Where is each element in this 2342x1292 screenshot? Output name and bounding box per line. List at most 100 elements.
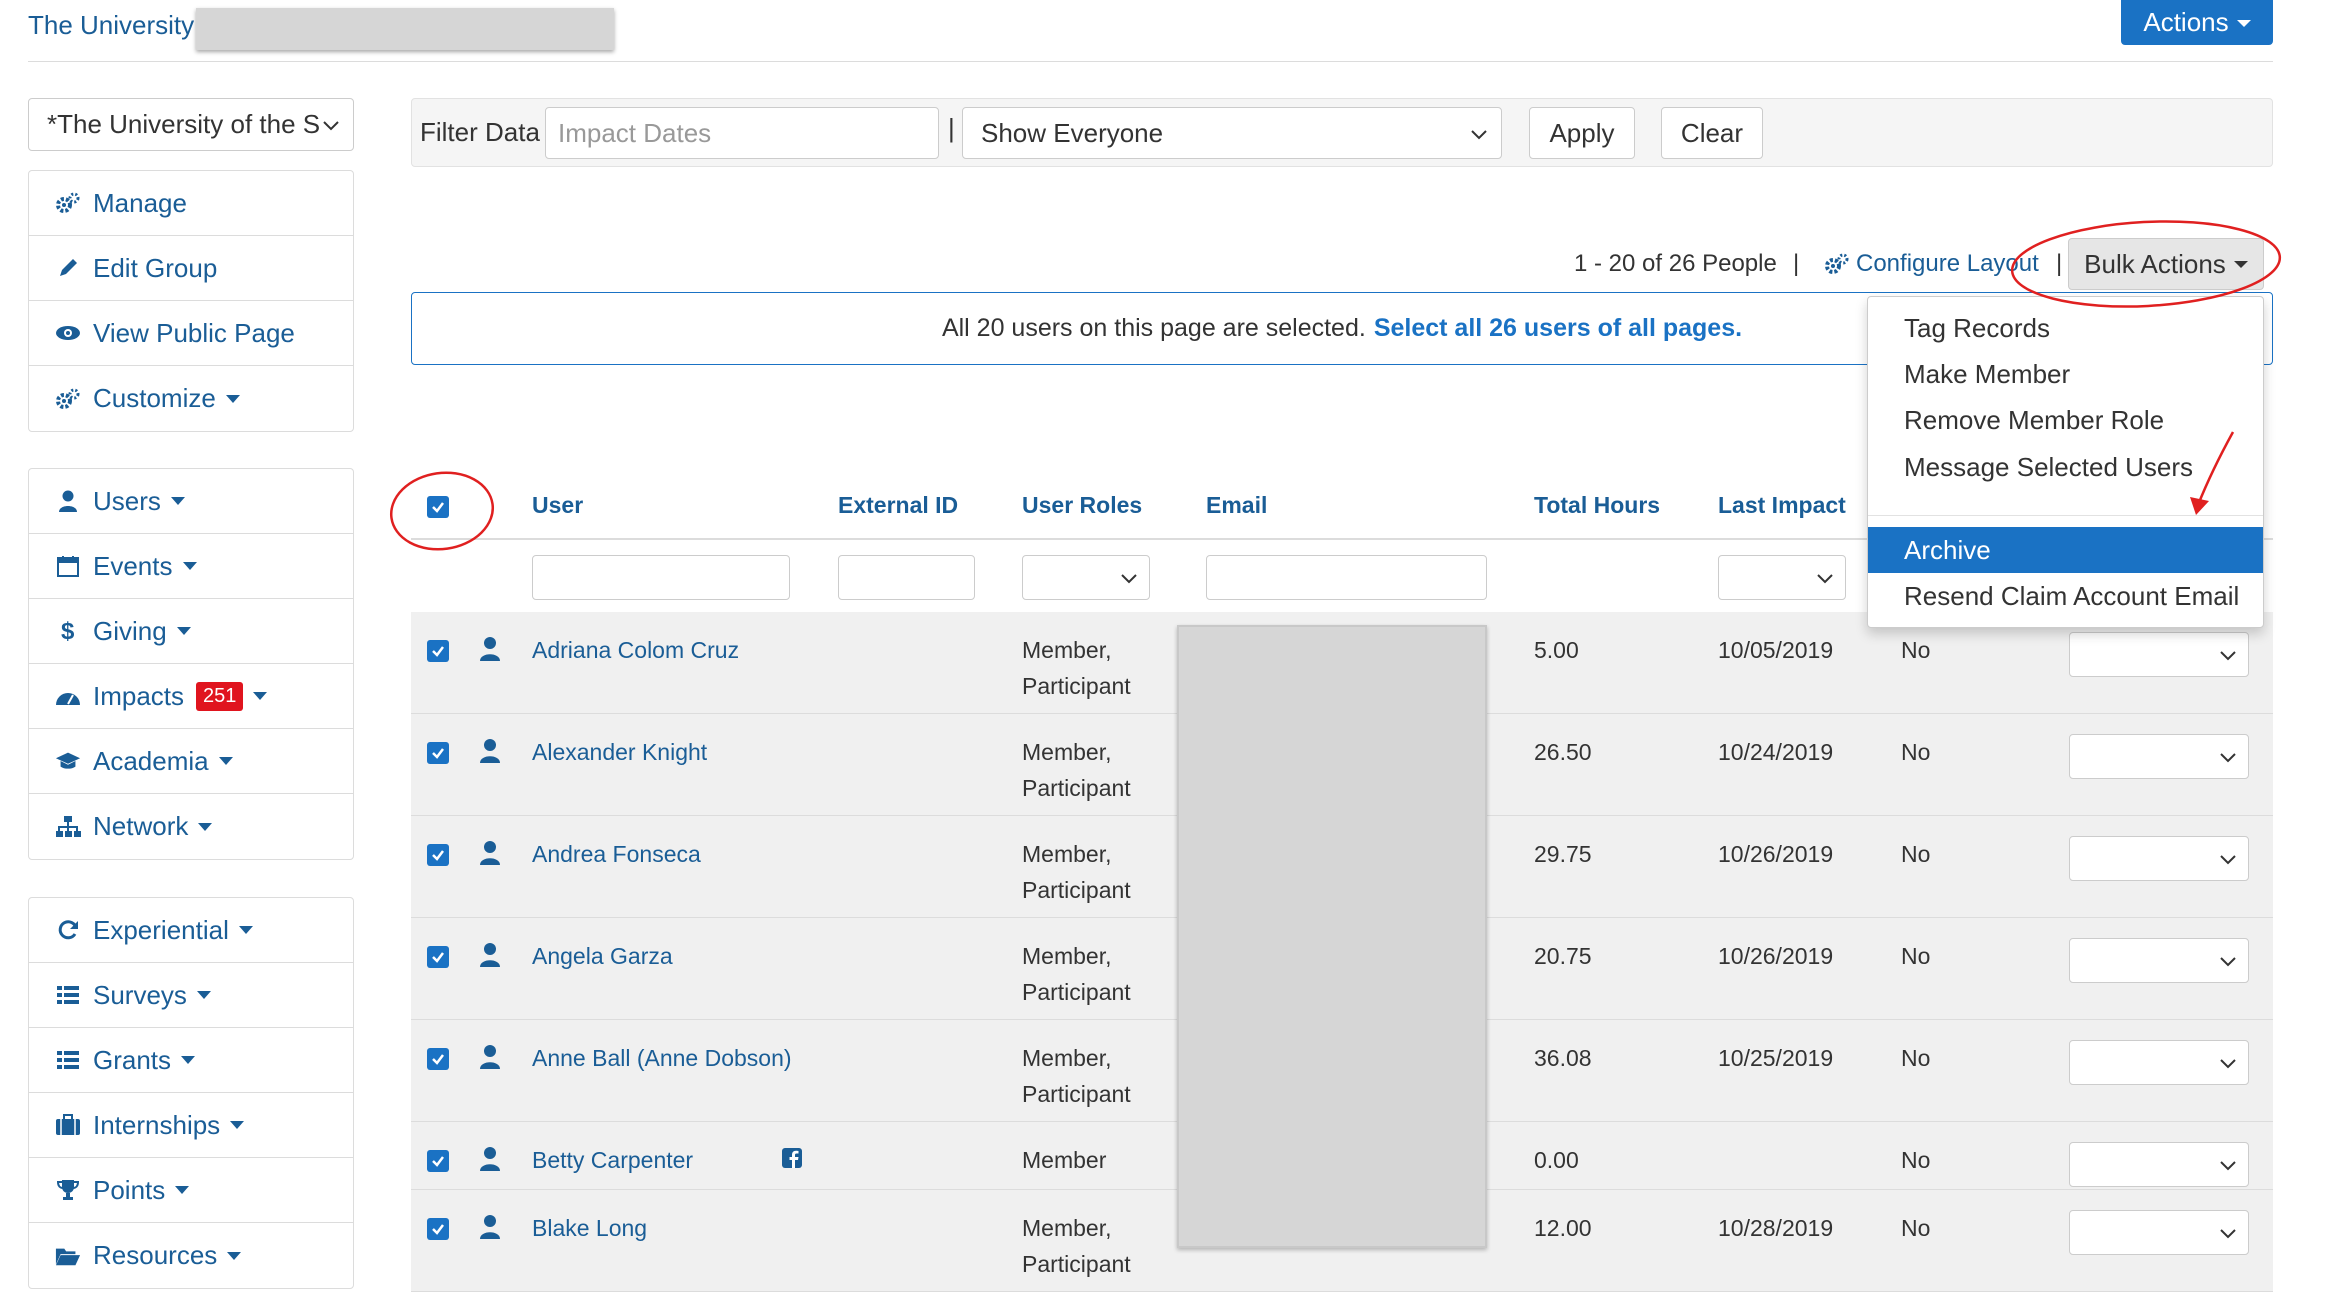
dollar-icon: $ bbox=[55, 618, 81, 644]
user-name-link[interactable]: Andrea Fonseca bbox=[532, 836, 701, 872]
row-checkbox[interactable] bbox=[427, 1218, 449, 1240]
row-action-select[interactable] bbox=[2069, 734, 2249, 779]
menu-item-resend-claim-account-email[interactable]: Resend Claim Account Email bbox=[1868, 573, 2263, 619]
last-impact-cell: 10/25/2019 bbox=[1718, 1045, 1834, 1071]
menu-item-message-selected-users[interactable]: Message Selected Users bbox=[1868, 444, 2263, 490]
organization-select-value: *The University of the S bbox=[47, 109, 321, 139]
organization-select[interactable]: *The University of the S bbox=[28, 98, 354, 151]
status-cell: No bbox=[1901, 943, 1931, 969]
user-name-link[interactable]: Anne Ball (Anne Dobson) bbox=[532, 1040, 792, 1076]
user-name-link[interactable]: Adriana Colom Cruz bbox=[532, 632, 739, 668]
sidebar-item-manage[interactable]: Manage bbox=[29, 171, 353, 236]
row-checkbox[interactable] bbox=[427, 742, 449, 764]
graduation-cap-icon bbox=[55, 748, 81, 774]
bulk-actions-button[interactable]: Bulk Actions bbox=[2068, 238, 2264, 290]
sidebar-item-label: Giving bbox=[93, 615, 167, 646]
total-hours-cell: 36.08 bbox=[1534, 1045, 1592, 1071]
clear-button[interactable]: Clear bbox=[1661, 107, 1763, 159]
user-roles-cell: Member, Participant bbox=[1022, 734, 1131, 806]
row-action-select[interactable] bbox=[2069, 836, 2249, 881]
row-checkbox[interactable] bbox=[427, 1048, 449, 1070]
user-roles-line: Member, bbox=[1022, 943, 1112, 969]
menu-item-archive[interactable]: Archive bbox=[1868, 527, 2263, 573]
row-checkbox[interactable] bbox=[427, 640, 449, 662]
sidebar-item-view-public-page[interactable]: View Public Page bbox=[29, 301, 353, 366]
email-column-filter[interactable] bbox=[1206, 555, 1487, 600]
organization-name[interactable]: The University bbox=[28, 10, 194, 41]
toolbar-separator: | bbox=[1793, 250, 1800, 277]
sidebar-item-experiential[interactable]: Experiential bbox=[29, 898, 353, 963]
column-header-total-hours[interactable]: Total Hours bbox=[1534, 492, 1660, 519]
sidebar-item-network[interactable]: Network bbox=[29, 794, 353, 859]
menu-item-remove-member-role[interactable]: Remove Member Role bbox=[1868, 397, 2263, 443]
sidebar-item-edit-group[interactable]: Edit Group bbox=[29, 236, 353, 301]
chevron-down-icon bbox=[2220, 855, 2236, 865]
row-action-select[interactable] bbox=[2069, 938, 2249, 983]
column-header-user-roles[interactable]: User Roles bbox=[1022, 492, 1142, 519]
configure-layout-link[interactable]: Configure Layout bbox=[1824, 250, 2039, 278]
last-impact-column-filter[interactable] bbox=[1718, 555, 1846, 600]
column-header-email[interactable]: Email bbox=[1206, 492, 1267, 519]
gears-icon bbox=[55, 190, 81, 216]
user-roles-cell: Member, Participant bbox=[1022, 1210, 1131, 1282]
column-header-last-impact[interactable]: Last Impact bbox=[1718, 492, 1846, 519]
menu-item-make-member[interactable]: Make Member bbox=[1868, 351, 2263, 397]
sidebar-item-internships[interactable]: Internships bbox=[29, 1093, 353, 1158]
eye-icon bbox=[55, 320, 81, 346]
show-everyone-select[interactable]: Show Everyone bbox=[962, 107, 1502, 159]
row-action-select[interactable] bbox=[2069, 1210, 2249, 1255]
sidebar-item-giving[interactable]: $ Giving bbox=[29, 599, 353, 664]
checkmark-icon bbox=[432, 748, 444, 759]
select-all-checkbox[interactable] bbox=[427, 496, 449, 518]
user-roles-cell: Member, Participant bbox=[1022, 632, 1131, 704]
filter-separator: | bbox=[948, 113, 955, 143]
row-checkbox[interactable] bbox=[427, 946, 449, 968]
sidebar-item-customize[interactable]: Customize bbox=[29, 366, 353, 431]
select-all-pages-link[interactable]: Select all 26 users of all pages. bbox=[1374, 314, 1742, 343]
sidebar-item-events[interactable]: Events bbox=[29, 534, 353, 599]
gears-icon bbox=[55, 386, 81, 412]
chevron-down-icon bbox=[2220, 753, 2236, 763]
bulk-actions-label: Bulk Actions bbox=[2084, 248, 2226, 279]
folder-open-icon bbox=[55, 1243, 81, 1269]
status-cell: No bbox=[1901, 1215, 1931, 1241]
sidebar-item-academia[interactable]: Academia bbox=[29, 729, 353, 794]
filter-label: Filter Data bbox=[420, 117, 540, 147]
sidebar-item-impacts[interactable]: Impacts 251 bbox=[29, 664, 353, 729]
user-roles-column-filter[interactable] bbox=[1022, 555, 1150, 600]
row-checkbox[interactable] bbox=[427, 1150, 449, 1172]
apply-button[interactable]: Apply bbox=[1529, 107, 1635, 159]
column-header-external-id[interactable]: External ID bbox=[838, 492, 958, 519]
user-name-link[interactable]: Angela Garza bbox=[532, 938, 673, 974]
row-action-select[interactable] bbox=[2069, 1040, 2249, 1085]
row-action-select[interactable] bbox=[2069, 1142, 2249, 1187]
caret-down-icon bbox=[2233, 261, 2248, 268]
sidebar-item-label: Grants bbox=[93, 1044, 172, 1075]
menu-item-tag-records[interactable]: Tag Records bbox=[1868, 305, 2263, 351]
sitemap-icon bbox=[55, 814, 81, 840]
selection-notice-text: All 20 users on this page are selected. bbox=[941, 314, 1366, 342]
sidebar-item-grants[interactable]: Grants bbox=[29, 1028, 353, 1093]
sidebar-item-label: Resources bbox=[93, 1240, 218, 1270]
row-checkbox[interactable] bbox=[427, 844, 449, 866]
user-name-link[interactable]: Betty Carpenter bbox=[532, 1142, 693, 1178]
sidebar-item-points[interactable]: Points bbox=[29, 1158, 353, 1223]
user-name-link[interactable]: Blake Long bbox=[532, 1210, 647, 1246]
user-roles-cell: Member bbox=[1022, 1142, 1106, 1178]
actions-button[interactable]: Actions bbox=[2121, 0, 2273, 45]
sidebar-item-label: Manage bbox=[93, 187, 187, 218]
last-impact-cell: 10/24/2019 bbox=[1718, 739, 1834, 765]
show-everyone-value: Show Everyone bbox=[981, 117, 1164, 148]
sidebar-item-resources[interactable]: Resources bbox=[29, 1223, 353, 1288]
last-impact-cell: 10/28/2019 bbox=[1718, 1215, 1834, 1241]
user-name-link[interactable]: Alexander Knight bbox=[532, 734, 707, 770]
sidebar-item-surveys[interactable]: Surveys bbox=[29, 963, 353, 1028]
row-action-select[interactable] bbox=[2069, 632, 2249, 677]
column-header-user[interactable]: User bbox=[532, 492, 583, 519]
sidebar-item-users[interactable]: Users bbox=[29, 469, 353, 534]
user-column-filter[interactable] bbox=[532, 555, 790, 600]
total-hours-cell: 0.00 bbox=[1534, 1147, 1579, 1173]
external-id-column-filter[interactable] bbox=[838, 555, 975, 600]
checkmark-icon bbox=[432, 952, 444, 963]
impact-dates-input[interactable]: Impact Dates bbox=[545, 107, 939, 159]
